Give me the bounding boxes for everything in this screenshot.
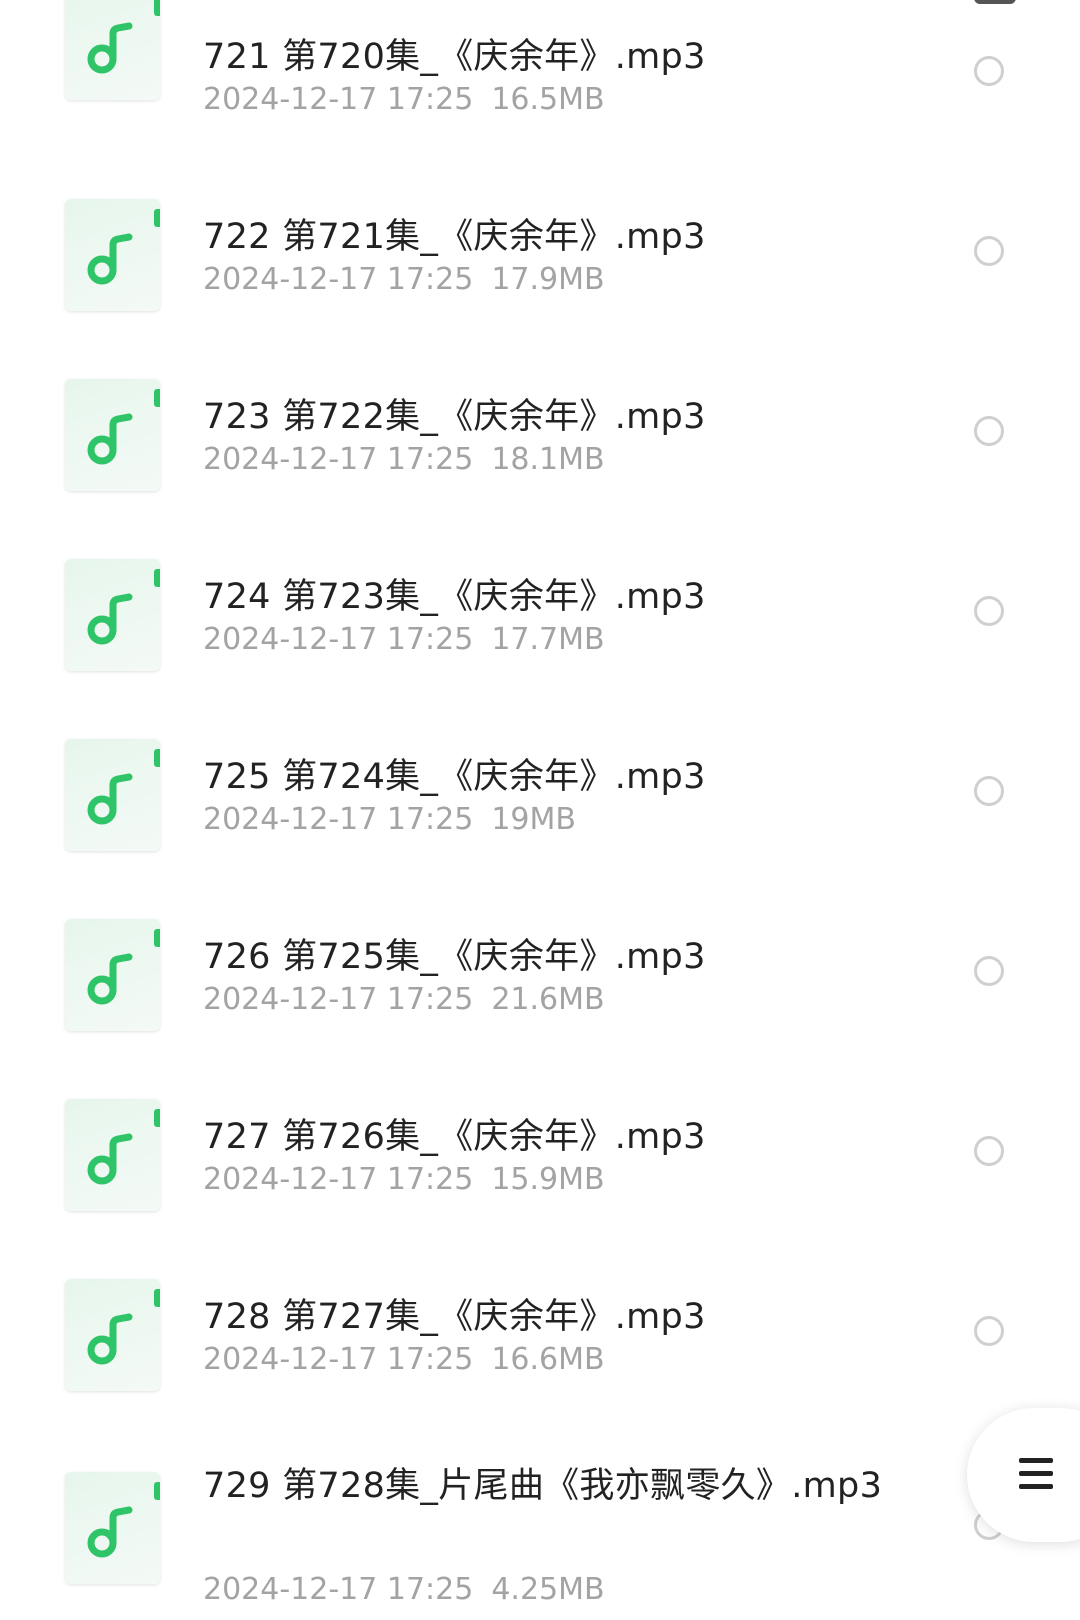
file-size: 21.6MB <box>491 982 605 1017</box>
select-radio[interactable] <box>974 1136 1004 1166</box>
music-note-icon <box>87 773 133 825</box>
music-note-icon <box>87 1133 133 1185</box>
file-name: 727 第726集_《庆余年》.mp3 <box>203 1117 706 1157</box>
file-size: 15.9MB <box>491 1162 605 1197</box>
file-list: 721 第720集_《庆余年》.mp3 2024-12-17 17:25 16.5… <box>0 0 1080 1620</box>
file-name: 724 第723集_《庆余年》.mp3 <box>203 577 706 617</box>
file-date: 2024-12-17 17:25 <box>203 622 474 657</box>
music-note-icon <box>87 22 133 74</box>
file-size: 16.5MB <box>491 82 605 117</box>
file-size: 16.6MB <box>491 1342 605 1377</box>
file-date: 2024-12-17 17:25 <box>203 982 474 1017</box>
file-meta: 2024-12-17 17:25 19MB <box>203 802 576 837</box>
thumbnail-corner-mark <box>154 749 160 767</box>
file-name: 723 第722集_《庆余年》.mp3 <box>203 397 706 437</box>
select-radio[interactable] <box>974 1316 1004 1346</box>
file-meta: 2024-12-17 17:25 4.25MB <box>203 1572 605 1607</box>
file-date: 2024-12-17 17:25 <box>203 1162 474 1197</box>
select-radio[interactable] <box>974 776 1004 806</box>
audio-file-thumbnail <box>65 919 160 1031</box>
thumbnail-corner-mark <box>154 569 160 587</box>
list-item[interactable]: 724 第723集_《庆余年》.mp3 2024-12-17 17:25 17.7… <box>0 538 1080 718</box>
file-meta: 2024-12-17 17:25 21.6MB <box>203 982 605 1017</box>
audio-file-thumbnail <box>65 199 160 311</box>
list-item[interactable]: 729 第728集_片尾曲《我亦飘零久》.mp3 2024-12-17 17:2… <box>0 1438 1080 1620</box>
list-item[interactable]: 728 第727集_《庆余年》.mp3 2024-12-17 17:25 16.6… <box>0 1258 1080 1438</box>
audio-file-thumbnail <box>65 559 160 671</box>
music-note-icon <box>87 593 133 645</box>
audio-file-thumbnail <box>65 379 160 491</box>
thumbnail-corner-mark <box>154 1482 160 1500</box>
file-meta: 2024-12-17 17:25 15.9MB <box>203 1162 605 1197</box>
list-item[interactable]: 723 第722集_《庆余年》.mp3 2024-12-17 17:25 18.1… <box>0 358 1080 538</box>
menu-icon <box>1019 1458 1053 1492</box>
select-radio[interactable] <box>974 596 1004 626</box>
select-radio[interactable] <box>974 416 1004 446</box>
music-note-icon <box>87 233 133 285</box>
file-meta: 2024-12-17 17:25 17.9MB <box>203 262 605 297</box>
file-meta: 2024-12-17 17:25 17.7MB <box>203 622 605 657</box>
file-name: 728 第727集_《庆余年》.mp3 <box>203 1297 706 1337</box>
file-size: 18.1MB <box>491 442 605 477</box>
file-name: 726 第725集_《庆余年》.mp3 <box>203 937 706 977</box>
file-name: 729 第728集_片尾曲《我亦飘零久》.mp3 <box>203 1466 883 1506</box>
file-meta: 2024-12-17 17:25 16.5MB <box>203 82 605 117</box>
audio-file-thumbnail <box>65 1472 160 1584</box>
list-item[interactable]: 721 第720集_《庆余年》.mp3 2024-12-17 17:25 16.5… <box>0 0 1080 178</box>
file-meta: 2024-12-17 17:25 18.1MB <box>203 442 605 477</box>
list-item[interactable]: 722 第721集_《庆余年》.mp3 2024-12-17 17:25 17.9… <box>0 178 1080 358</box>
audio-file-thumbnail <box>65 0 160 100</box>
thumbnail-corner-mark <box>154 1289 160 1307</box>
select-radio[interactable] <box>974 956 1004 986</box>
select-radio[interactable] <box>974 56 1004 86</box>
file-size: 17.9MB <box>491 262 605 297</box>
list-item[interactable]: 725 第724集_《庆余年》.mp3 2024-12-17 17:25 19MB <box>0 718 1080 898</box>
file-meta: 2024-12-17 17:25 16.6MB <box>203 1342 605 1377</box>
file-date: 2024-12-17 17:25 <box>203 262 474 297</box>
file-size: 17.7MB <box>491 622 605 657</box>
audio-file-thumbnail <box>65 1099 160 1211</box>
thumbnail-corner-mark <box>154 1109 160 1127</box>
select-radio[interactable] <box>974 236 1004 266</box>
list-item[interactable]: 726 第725集_《庆余年》.mp3 2024-12-17 17:25 21.6… <box>0 898 1080 1078</box>
file-size: 4.25MB <box>491 1572 605 1607</box>
file-date: 2024-12-17 17:25 <box>203 802 474 837</box>
file-name: 721 第720集_《庆余年》.mp3 <box>203 37 706 77</box>
file-name: 722 第721集_《庆余年》.mp3 <box>203 217 706 257</box>
list-item[interactable]: 727 第726集_《庆余年》.mp3 2024-12-17 17:25 15.9… <box>0 1078 1080 1258</box>
thumbnail-corner-mark <box>154 929 160 947</box>
music-note-icon <box>87 1506 133 1558</box>
music-note-icon <box>87 1313 133 1365</box>
file-date: 2024-12-17 17:25 <box>203 1342 474 1377</box>
file-size: 19MB <box>491 802 576 837</box>
audio-file-thumbnail <box>65 1279 160 1391</box>
thumbnail-corner-mark <box>154 389 160 407</box>
audio-file-thumbnail <box>65 739 160 851</box>
thumbnail-corner-mark <box>154 0 160 16</box>
music-note-icon <box>87 953 133 1005</box>
thumbnail-corner-mark <box>154 209 160 227</box>
file-date: 2024-12-17 17:25 <box>203 442 474 477</box>
file-date: 2024-12-17 17:25 <box>203 82 474 117</box>
file-name: 725 第724集_《庆余年》.mp3 <box>203 757 706 797</box>
music-note-icon <box>87 413 133 465</box>
file-date: 2024-12-17 17:25 <box>203 1572 474 1607</box>
